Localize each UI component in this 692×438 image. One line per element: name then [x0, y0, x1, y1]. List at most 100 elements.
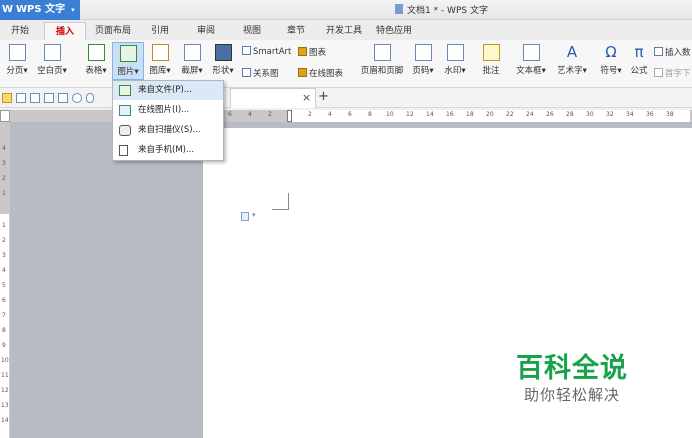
drop-cap-button[interactable]: 首字下: [654, 67, 691, 79]
scanner-icon: [119, 125, 131, 136]
picture-icon: [119, 45, 137, 62]
chevron-down-icon[interactable]: ▾: [252, 211, 256, 219]
wps-logo-icon: W: [2, 4, 14, 15]
drop-cap-icon: [654, 68, 663, 77]
chart-button[interactable]: 图表: [298, 46, 326, 58]
page-break-icon: [8, 44, 26, 61]
shapes-button[interactable]: 形状▾: [208, 44, 238, 76]
page-break-button[interactable]: 分页▾: [2, 44, 32, 76]
screenshot-button[interactable]: 截屏▾: [178, 44, 206, 76]
online-chart-icon: [298, 68, 307, 77]
ruler-label: 28: [566, 111, 574, 118]
blank-page-icon: [43, 44, 61, 61]
gallery-button[interactable]: 图库▾: [146, 44, 174, 76]
ruler-label: 12: [1, 387, 9, 394]
tab-section[interactable]: 章节: [278, 22, 314, 40]
chevron-down-icon: ▾: [71, 6, 75, 14]
undo-icon[interactable]: [72, 93, 82, 103]
ruler-label: 2: [2, 237, 6, 244]
header-footer-icon: [373, 44, 391, 61]
close-tab-icon[interactable]: ×: [302, 91, 311, 104]
ruler-label: 4: [248, 111, 252, 118]
tab-page-layout[interactable]: 页面布局: [90, 22, 136, 40]
textbox-icon: [522, 44, 540, 61]
ruler-label: 4: [328, 111, 332, 118]
ruler-label: 4: [2, 145, 6, 152]
online-chart-button[interactable]: 在线图表: [298, 67, 343, 79]
relation-chart-button[interactable]: 关系图: [242, 67, 279, 79]
ruler-label: 3: [2, 252, 6, 259]
picture-button[interactable]: 图片▾: [112, 42, 144, 80]
tab-view[interactable]: 视图: [234, 22, 270, 40]
formula-button[interactable]: π 公式: [627, 43, 651, 77]
app-name: WPS 文字: [16, 4, 66, 15]
chart-icon: [298, 47, 307, 56]
smartart-button[interactable]: SmartArt: [242, 46, 291, 57]
app-menu-button[interactable]: W WPS 文字 ▾: [0, 0, 80, 20]
ruler-label: 34: [626, 111, 634, 118]
save-icon[interactable]: [16, 93, 26, 103]
page-number-icon: [414, 44, 432, 61]
gallery-icon: [151, 44, 169, 61]
print-icon[interactable]: [44, 93, 54, 103]
ruler-label: 16: [446, 111, 454, 118]
tab-review[interactable]: 审阅: [188, 22, 224, 40]
new-tab-icon[interactable]: +: [318, 89, 329, 104]
ruler-label: 32: [606, 111, 614, 118]
tab-features[interactable]: 特色应用: [370, 22, 418, 40]
tab-home[interactable]: 开始: [0, 22, 40, 40]
number-icon: [654, 47, 663, 56]
comment-button[interactable]: 批注: [478, 44, 504, 76]
ruler-label: 12: [406, 111, 414, 118]
ruler-label: 18: [466, 111, 474, 118]
menu-item-online-picture[interactable]: 在线图片(I)...: [113, 101, 223, 120]
print-preview-icon[interactable]: [58, 93, 68, 103]
ruler-label: 8: [2, 327, 6, 334]
ruler-label: 4: [2, 267, 6, 274]
wordart-icon: A: [566, 43, 578, 61]
symbol-button[interactable]: Ω 符号▾: [596, 44, 626, 77]
table-icon: [87, 44, 105, 61]
menu-item-from-file[interactable]: 来自文件(P)...: [113, 81, 223, 100]
tab-developer[interactable]: 开发工具: [320, 22, 368, 40]
textbox-button[interactable]: 文本框▾: [512, 44, 550, 76]
ruler-corner[interactable]: [0, 110, 10, 122]
ruler-label: 10: [1, 357, 9, 364]
margin-corner-mark: [288, 193, 289, 209]
ruler-label: 1: [2, 222, 6, 229]
tab-insert[interactable]: 插入: [44, 22, 86, 40]
redo-icon[interactable]: [86, 93, 94, 103]
menu-item-from-scanner[interactable]: 来自扫描仪(S)...: [113, 121, 223, 140]
indent-marker[interactable]: [287, 110, 292, 122]
title-bar: [0, 0, 692, 20]
smartart-icon: [242, 46, 251, 55]
online-image-icon: [119, 105, 131, 116]
tab-references[interactable]: 引用: [142, 22, 178, 40]
open-icon[interactable]: [2, 93, 12, 103]
table-button[interactable]: 表格▾: [82, 44, 110, 76]
phone-icon: [119, 145, 128, 156]
image-file-icon: [119, 85, 131, 96]
comment-icon: [482, 44, 500, 61]
margin-corner-mark: [272, 209, 289, 210]
ruler-label: 9: [2, 342, 6, 349]
watermark-title: 百科全说: [516, 353, 628, 384]
ruler-label: 6: [2, 297, 6, 304]
page-number-button[interactable]: 页码▾: [408, 44, 438, 76]
wordart-button[interactable]: A 艺术字▾: [553, 43, 591, 77]
insert-number-button[interactable]: 插入数: [654, 46, 691, 58]
paste-options-icon[interactable]: [241, 212, 249, 221]
header-footer-button[interactable]: 页眉和页脚: [358, 44, 406, 76]
blank-page-button[interactable]: 空白页▾: [33, 44, 71, 76]
relation-icon: [242, 68, 251, 77]
menu-item-from-phone[interactable]: 来自手机(M)...: [113, 141, 223, 160]
quick-access-toolbar: [0, 88, 692, 108]
ruler-label: 36: [646, 111, 654, 118]
ruler-label: 30: [586, 111, 594, 118]
ruler-label: 24: [526, 111, 534, 118]
ruler-label: 11: [1, 372, 9, 379]
pi-icon: π: [634, 43, 644, 61]
ruler-label: 7: [2, 312, 6, 319]
export-pdf-icon[interactable]: [30, 93, 40, 103]
watermark-button[interactable]: 水印▾: [440, 44, 470, 76]
